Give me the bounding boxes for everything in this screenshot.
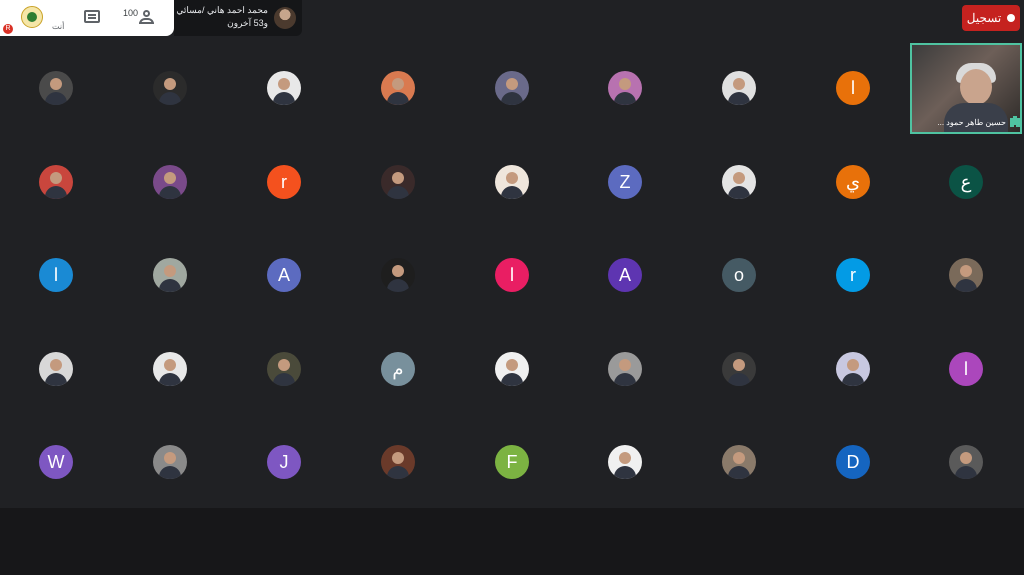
participant-tile[interactable]: A	[608, 258, 642, 292]
participant-tile[interactable]: م	[381, 352, 415, 386]
participant-tile[interactable]	[722, 71, 756, 105]
participant-tile[interactable]: r	[267, 165, 301, 199]
mic-activity-icon	[1013, 116, 1017, 125]
participant-tile[interactable]	[153, 445, 187, 479]
participant-tile[interactable]	[267, 71, 301, 105]
participant-tile[interactable]	[608, 352, 642, 386]
participant-tile[interactable]	[153, 71, 187, 105]
participant-tile[interactable]	[722, 445, 756, 479]
participant-tile[interactable]	[949, 258, 983, 292]
record-icon	[1007, 14, 1016, 22]
participant-tile[interactable]	[39, 71, 73, 105]
record-button-label: تسجيل	[966, 11, 1002, 25]
participant-tile[interactable]	[495, 165, 529, 199]
participant-tile[interactable]: W	[39, 445, 73, 479]
participant-tile[interactable]	[381, 71, 415, 105]
participant-tile[interactable]	[381, 445, 415, 479]
participant-tile[interactable]: J	[267, 445, 301, 479]
participant-tile[interactable]	[153, 258, 187, 292]
self-video-tile[interactable]: حسين طاهر حمود ...	[910, 43, 1022, 134]
participant-tile[interactable]	[495, 352, 529, 386]
self-label: أنت	[52, 22, 65, 31]
participant-tile[interactable]	[949, 445, 983, 479]
participant-tile[interactable]	[495, 71, 529, 105]
participant-tile[interactable]: ا	[39, 258, 73, 292]
participant-tile[interactable]	[381, 258, 415, 292]
participant-tile[interactable]	[153, 352, 187, 386]
people-icon[interactable]	[138, 10, 156, 24]
participant-tile[interactable]: r	[836, 258, 870, 292]
participant-tile[interactable]	[608, 71, 642, 105]
presenter-avatar	[274, 7, 296, 29]
participant-tile[interactable]	[39, 165, 73, 199]
participant-tile[interactable]: F	[495, 445, 529, 479]
participant-tile[interactable]: D	[836, 445, 870, 479]
participant-tile[interactable]	[722, 165, 756, 199]
participant-tile[interactable]	[153, 165, 187, 199]
participant-tile[interactable]: ع	[949, 165, 983, 199]
participant-tile[interactable]: Z	[608, 165, 642, 199]
bottom-toolbar	[0, 508, 1024, 575]
recording-indicator: R	[3, 24, 13, 34]
chat-icon[interactable]	[84, 10, 100, 23]
self-video-caption: حسين طاهر حمود ...	[937, 118, 1006, 127]
presenter-info[interactable]: محمد احمد هاني /مسائي و53 آخرون	[174, 0, 302, 36]
presenter-others: و53 آخرون	[227, 18, 268, 28]
presenter-name: محمد احمد هاني /مسائي	[176, 5, 268, 15]
meeting-side-controls: أنت R 100	[0, 0, 174, 36]
participant-tile[interactable]	[381, 165, 415, 199]
participant-tile[interactable]	[722, 352, 756, 386]
participant-count[interactable]: 100	[123, 8, 138, 18]
record-button[interactable]: تسجيل	[962, 5, 1020, 31]
participant-tile[interactable]: A	[267, 258, 301, 292]
participant-tile[interactable]: o	[722, 258, 756, 292]
participant-tile[interactable]: ا	[949, 352, 983, 386]
participant-tile[interactable]: ا	[836, 71, 870, 105]
participant-tile[interactable]	[39, 352, 73, 386]
participant-tile[interactable]: ي	[836, 165, 870, 199]
participant-tile[interactable]: ا	[495, 258, 529, 292]
participant-tile[interactable]	[836, 352, 870, 386]
participant-tile[interactable]	[608, 445, 642, 479]
participant-grid: ا r Z ي ع ا A ا Ao r م ا W J F D	[0, 42, 1024, 508]
self-avatar[interactable]	[21, 6, 43, 28]
participant-tile[interactable]	[267, 352, 301, 386]
